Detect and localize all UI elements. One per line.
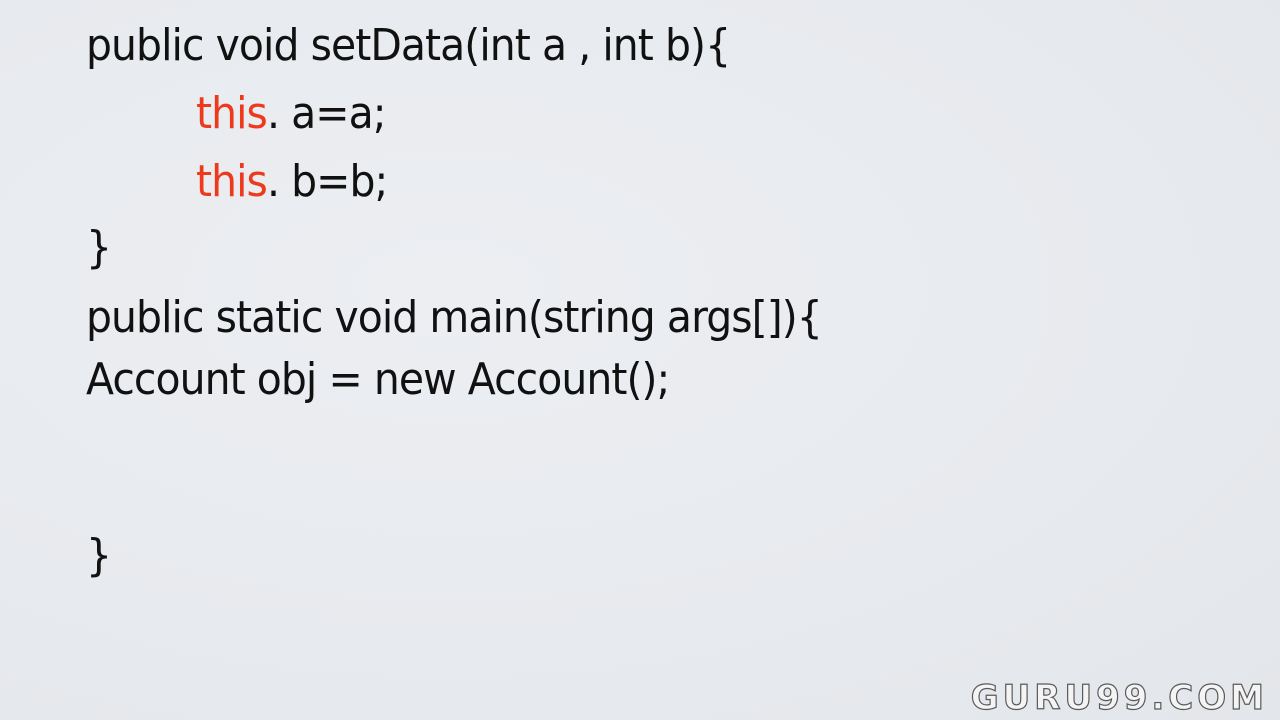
slide-canvas: public void setData(int a , int b){ this… [0,0,1280,720]
code-line-this-b: this. b=b; [196,156,388,208]
code-line-account-instantiation: Account obj = new Account(); [86,354,670,405]
code-line-main-signature: public static void main(string args[]){ [86,292,823,343]
assignment-b: . b=b; [266,156,388,207]
code-line-setdata-signature: public void setData(int a , int b){ [86,20,731,71]
assignment-a: . a=a; [266,88,387,139]
this-keyword: this [196,88,268,139]
code-line-this-a: this. a=a; [196,88,387,140]
code-line-main-closing-brace: } [86,530,112,581]
code-line-closing-brace: } [86,222,112,273]
guru99-watermark: GURU99.COM [970,677,1268,718]
this-keyword: this [196,156,268,207]
